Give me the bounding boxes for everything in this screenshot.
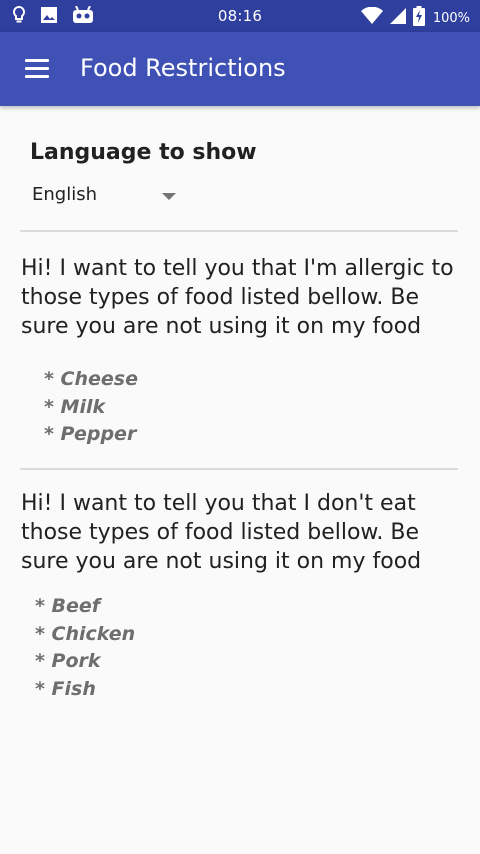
diet-message: Hi! I want to tell you that I don't eat … [21, 491, 422, 574]
status-right-icons: 100% [360, 6, 470, 30]
android-icon [72, 6, 94, 24]
list-item: * Fish [35, 677, 96, 700]
language-selected-value: English [32, 184, 97, 205]
image-icon [40, 6, 58, 24]
list-item: * Chicken [35, 622, 136, 645]
allergy-food-list: * Cheese * Milk * Pepper [44, 366, 138, 449]
list-item: * Pork [35, 650, 101, 672]
list-item: * Milk [44, 395, 106, 418]
status-time: 08:16 [217, 7, 263, 25]
status-bar: 08:16 100% [0, 0, 480, 32]
language-heading: Language to show [30, 140, 257, 165]
allergy-message: Hi! I want to tell you that I'm allergic… [21, 256, 454, 339]
list-item: * Beef [35, 595, 101, 617]
battery-percent: 100% [432, 10, 470, 26]
page-title: Food Restrictions [80, 54, 286, 82]
list-item: * Pepper [44, 423, 137, 445]
divider [20, 468, 458, 470]
battery-charging-icon [412, 6, 425, 30]
divider [20, 230, 458, 232]
language-dropdown[interactable]: English [32, 184, 182, 212]
wifi-icon [360, 6, 383, 29]
app-bar: Food Restrictions [0, 32, 480, 106]
lightbulb-icon [12, 6, 26, 24]
diet-food-list: * Beef * Chicken * Pork * Fish [35, 593, 135, 703]
dropdown-arrow-icon [162, 193, 176, 200]
hamburger-menu-icon[interactable] [25, 59, 49, 79]
status-left-icons [12, 6, 94, 24]
signal-icon [389, 7, 407, 29]
list-item: * Cheese [44, 368, 138, 390]
